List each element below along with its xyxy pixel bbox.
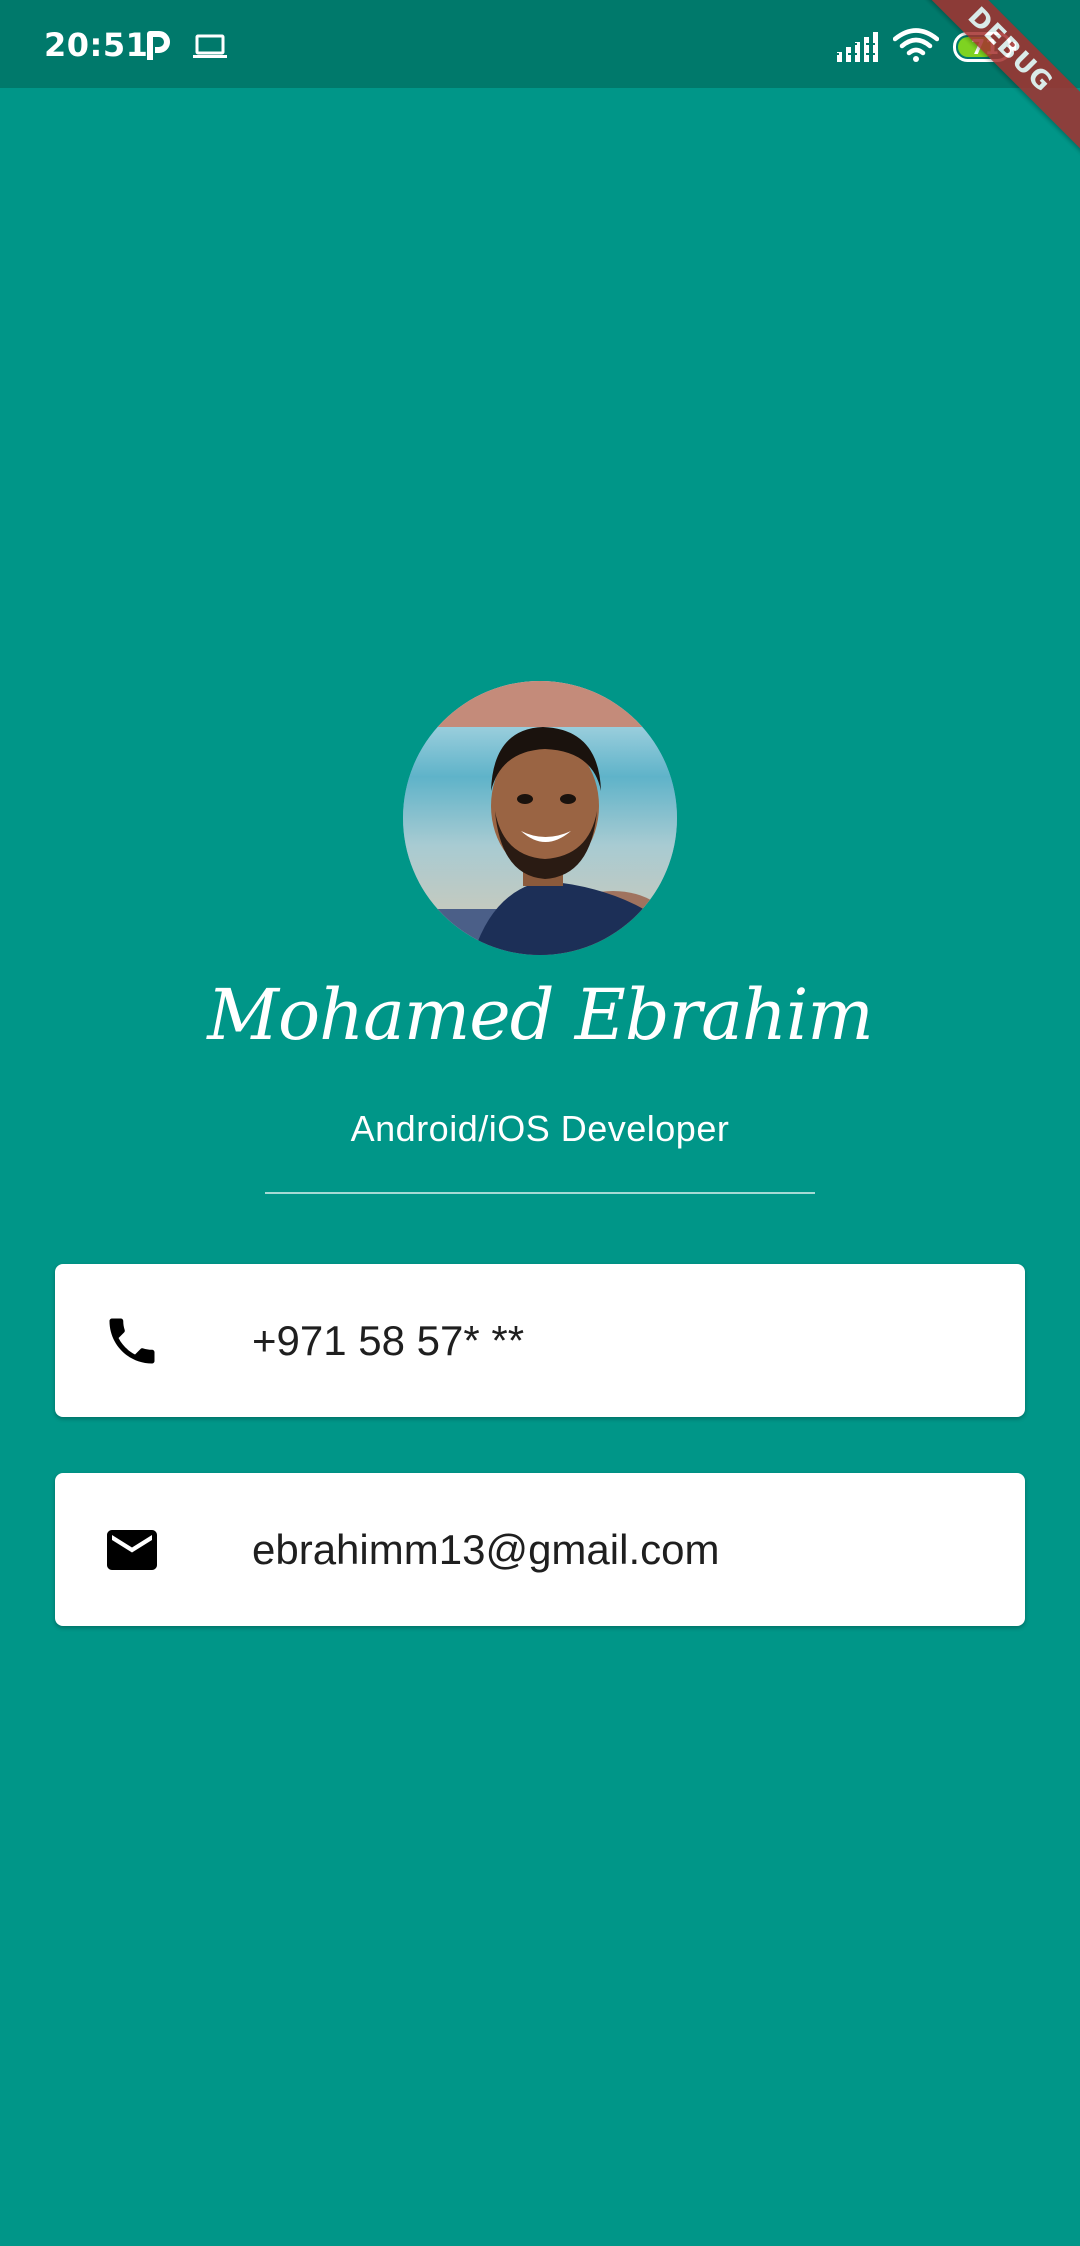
status-bar: 20:51: [0, 0, 1080, 88]
mail-icon: [102, 1520, 162, 1580]
status-time: 20:51: [44, 26, 149, 64]
divider: [265, 1192, 815, 1194]
avatar: [403, 681, 677, 955]
email-address: ebrahimm13@gmail.com: [252, 1526, 720, 1573]
signal-icon: [836, 30, 880, 64]
phone-card[interactable]: +971 58 57* **: [55, 1264, 1025, 1417]
profile-photo: [403, 681, 677, 955]
laptop-icon: [192, 33, 228, 61]
parking-p-icon: [145, 30, 171, 62]
phone-number: +971 58 57* **: [252, 1317, 525, 1364]
email-card[interactable]: ebrahimm13@gmail.com: [55, 1473, 1025, 1626]
profile-title: Android/iOS Developer: [350, 1108, 730, 1149]
wifi-icon: [892, 28, 940, 62]
profile-name: Mohamed Ebrahim: [207, 974, 873, 1056]
phone-icon: [102, 1311, 162, 1371]
